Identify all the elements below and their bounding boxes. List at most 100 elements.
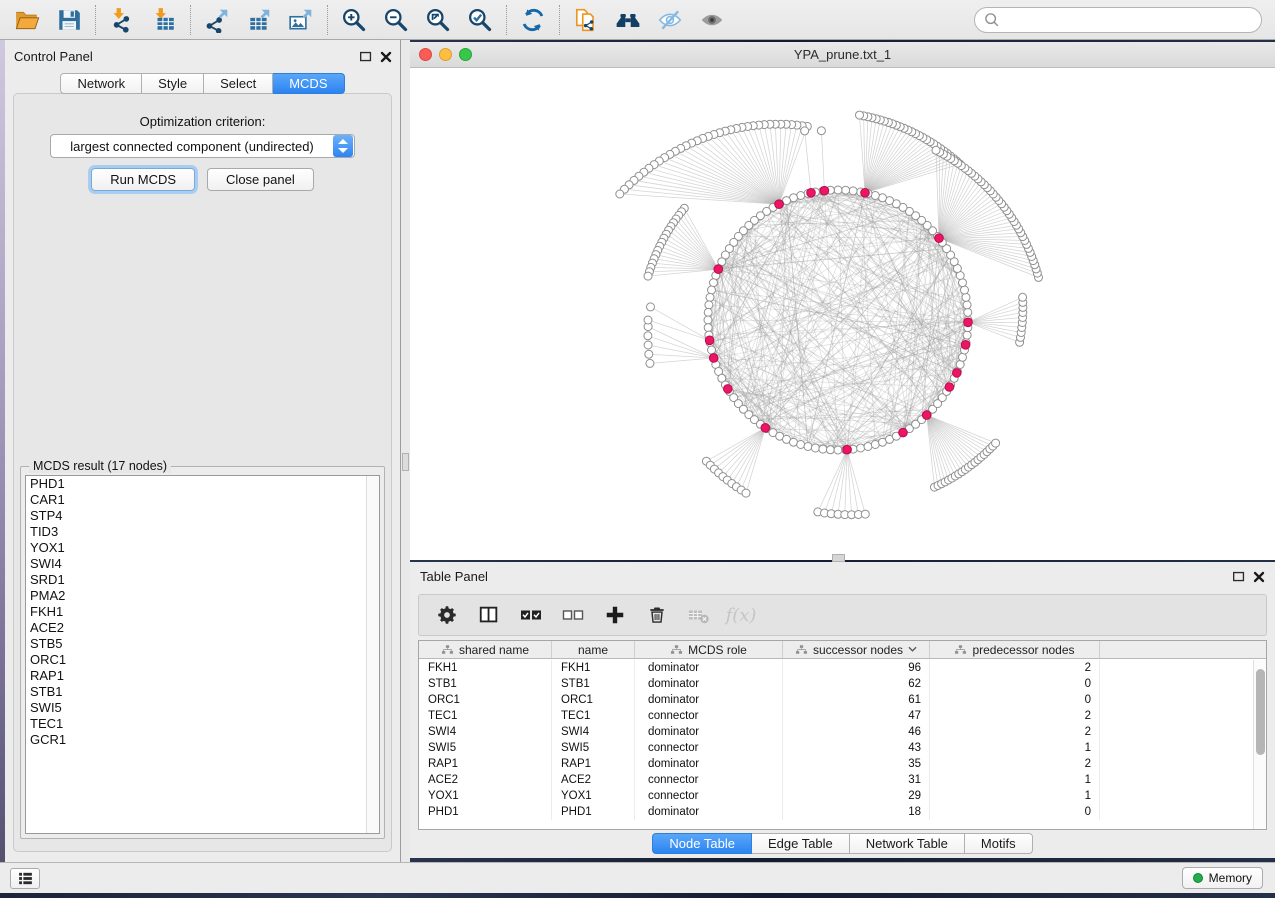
dominator-node[interactable] xyxy=(775,200,784,209)
cell-role[interactable]: connector xyxy=(635,788,783,804)
tab-style[interactable]: Style xyxy=(142,73,204,94)
search-binoculars-button[interactable] xyxy=(607,3,649,37)
mcds-list-scrollbar[interactable] xyxy=(366,476,379,833)
cell-name[interactable]: RAP1 xyxy=(552,756,635,772)
tab-network[interactable]: Network xyxy=(60,73,142,94)
dominator-node[interactable] xyxy=(709,354,718,363)
cell-shared[interactable]: STB1 xyxy=(419,676,552,692)
tab-select[interactable]: Select xyxy=(204,73,273,94)
task-history-button[interactable] xyxy=(10,868,40,889)
cell-role[interactable]: dominator xyxy=(635,756,783,772)
tab-node-table[interactable]: Node Table xyxy=(652,833,752,854)
cell-shared[interactable]: ORC1 xyxy=(419,692,552,708)
cell-name[interactable]: PHD1 xyxy=(552,804,635,820)
dominator-node[interactable] xyxy=(807,189,816,198)
search-box[interactable] xyxy=(974,7,1262,33)
cell-shared[interactable]: SWI4 xyxy=(419,724,552,740)
table-row[interactable]: RAP1RAP1dominator352 xyxy=(419,756,1253,772)
dominator-node[interactable] xyxy=(899,428,908,437)
cell-succ[interactable]: 96 xyxy=(783,660,930,676)
import-network-button[interactable] xyxy=(101,3,143,37)
mcds-result-item[interactable]: STP4 xyxy=(26,508,379,524)
vertical-splitter-handle[interactable] xyxy=(402,453,409,471)
cell-shared[interactable]: SWI5 xyxy=(419,740,552,756)
cell-pred[interactable]: 2 xyxy=(930,756,1100,772)
cell-succ[interactable]: 29 xyxy=(783,788,930,804)
cell-role[interactable]: dominator xyxy=(635,724,783,740)
cell-shared[interactable]: FKH1 xyxy=(419,660,552,676)
dominator-node[interactable] xyxy=(861,189,870,198)
function-builder-button[interactable]: f(x) xyxy=(727,601,755,629)
export-network-button[interactable] xyxy=(196,3,238,37)
zoom-selected-button[interactable] xyxy=(459,3,501,37)
mcds-result-list[interactable]: PHD1CAR1STP4TID3YOX1SWI4SRD1PMA2FKH1ACE2… xyxy=(25,475,380,834)
cell-shared[interactable]: ACE2 xyxy=(419,772,552,788)
search-input[interactable] xyxy=(1006,10,1261,30)
refresh-view-button[interactable] xyxy=(512,3,554,37)
dominator-node[interactable] xyxy=(964,318,973,327)
tab-mcds[interactable]: MCDS xyxy=(273,73,344,94)
cell-name[interactable]: ORC1 xyxy=(552,692,635,708)
mcds-result-item[interactable]: SWI5 xyxy=(26,700,379,716)
cell-pred[interactable]: 1 xyxy=(930,740,1100,756)
optimization-criterion-dropdown[interactable]: largest connected component (undirected) xyxy=(50,134,355,158)
deselect-all-checkboxes-button[interactable] xyxy=(559,601,587,629)
cell-pred[interactable]: 2 xyxy=(930,724,1100,740)
export-table-button[interactable] xyxy=(238,3,280,37)
float-panel-icon[interactable] xyxy=(358,49,374,65)
network-canvas[interactable] xyxy=(410,68,1275,560)
mcds-result-item[interactable]: RAP1 xyxy=(26,668,379,684)
cell-succ[interactable]: 35 xyxy=(783,756,930,772)
cell-role[interactable]: connector xyxy=(635,772,783,788)
column-header-successor-nodes[interactable]: successor nodes xyxy=(783,641,930,658)
float-table-panel-icon[interactable] xyxy=(1231,569,1247,585)
clone-network-button[interactable] xyxy=(565,3,607,37)
horizontal-splitter-handle[interactable] xyxy=(832,554,845,562)
mcds-result-item[interactable]: YOX1 xyxy=(26,540,379,556)
table-row[interactable]: SWI5SWI5connector431 xyxy=(419,740,1253,756)
mcds-result-item[interactable]: FKH1 xyxy=(26,604,379,620)
tab-edge-table[interactable]: Edge Table xyxy=(752,833,850,854)
cell-succ[interactable]: 47 xyxy=(783,708,930,724)
cell-name[interactable]: FKH1 xyxy=(552,660,635,676)
cell-pred[interactable]: 0 xyxy=(930,804,1100,820)
import-table-button[interactable] xyxy=(143,3,185,37)
vertical-splitter[interactable] xyxy=(400,40,410,862)
zoom-out-button[interactable] xyxy=(375,3,417,37)
cell-role[interactable]: dominator xyxy=(635,692,783,708)
cell-pred[interactable]: 0 xyxy=(930,676,1100,692)
cell-role[interactable]: dominator xyxy=(635,660,783,676)
table-row[interactable]: PHD1PHD1dominator180 xyxy=(419,804,1253,820)
minimize-window-button[interactable] xyxy=(439,48,452,61)
cell-shared[interactable]: YOX1 xyxy=(419,788,552,804)
dominator-node[interactable] xyxy=(820,186,829,195)
cell-name[interactable]: SWI5 xyxy=(552,740,635,756)
column-header-MCDS-role[interactable]: MCDS role xyxy=(635,641,783,658)
add-column-button[interactable] xyxy=(601,601,629,629)
cell-name[interactable]: SWI4 xyxy=(552,724,635,740)
close-window-button[interactable] xyxy=(419,48,432,61)
show-all-button[interactable] xyxy=(691,3,733,37)
cell-role[interactable]: connector xyxy=(635,708,783,724)
dominator-node[interactable] xyxy=(922,411,931,420)
zoom-in-button[interactable] xyxy=(333,3,375,37)
maximize-window-button[interactable] xyxy=(459,48,472,61)
cell-succ[interactable]: 46 xyxy=(783,724,930,740)
cell-pred[interactable]: 2 xyxy=(930,660,1100,676)
tab-motifs[interactable]: Motifs xyxy=(965,833,1033,854)
mcds-result-item[interactable]: ACE2 xyxy=(26,620,379,636)
cell-role[interactable]: connector xyxy=(635,740,783,756)
open-session-button[interactable] xyxy=(6,3,48,37)
cell-pred[interactable]: 2 xyxy=(930,708,1100,724)
close-table-panel-icon[interactable] xyxy=(1251,569,1267,585)
delete-column-button[interactable] xyxy=(643,601,671,629)
network-window-titlebar[interactable]: YPA_prune.txt_1 xyxy=(410,42,1275,68)
mcds-result-item[interactable]: SRD1 xyxy=(26,572,379,588)
table-settings-button[interactable] xyxy=(433,601,461,629)
mcds-result-item[interactable]: TID3 xyxy=(26,524,379,540)
tab-network-table[interactable]: Network Table xyxy=(850,833,965,854)
memory-button[interactable]: Memory xyxy=(1182,867,1263,889)
cell-succ[interactable]: 61 xyxy=(783,692,930,708)
mcds-result-item[interactable]: STB1 xyxy=(26,684,379,700)
cell-role[interactable]: dominator xyxy=(635,804,783,820)
